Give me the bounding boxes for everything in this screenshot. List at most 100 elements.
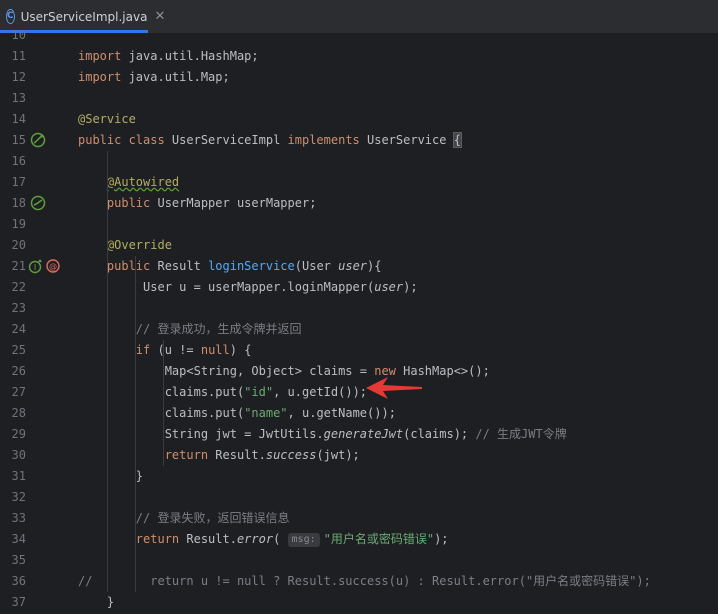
code-text: @Service	[78, 109, 136, 130]
code-token: );	[434, 532, 449, 546]
line-number: 32	[11, 490, 26, 504]
line-number: 21	[11, 259, 26, 273]
code-token: success	[265, 448, 317, 462]
code-text: }	[78, 466, 143, 487]
code-token: UserService	[367, 133, 454, 147]
code-text: claims.put("id", u.getId());	[78, 382, 367, 403]
code-token: ) {	[229, 343, 252, 357]
override-method-icon[interactable]: @	[45, 258, 61, 278]
line-number: 26	[11, 364, 26, 378]
code-token: put(	[215, 406, 245, 420]
code-line-12[interactable]: 12 import java.util.Map;	[0, 67, 718, 88]
code-token: (claims);	[403, 427, 476, 441]
code-token: String jwt = JwtUtils.	[78, 427, 324, 441]
code-token: loginService	[208, 259, 295, 273]
code-text: return Result.success(jwt);	[78, 445, 360, 466]
code-token: Map<String, Object> claims =	[78, 364, 375, 378]
code-text: // 登录失败，返回错误信息	[78, 508, 290, 529]
line-number: 11	[11, 49, 26, 63]
code-token: @Autowired	[106, 175, 180, 189]
line-number: 15	[11, 133, 26, 147]
code-text: import java.util.HashMap;	[78, 46, 259, 67]
line-number: 19	[11, 217, 26, 231]
line-number: 29	[11, 427, 26, 441]
line-number: 17	[11, 175, 26, 189]
code-text: Map<String, Object> claims = new HashMap…	[78, 361, 490, 382]
code-text: // return u != null ? Result.success(u) …	[78, 571, 651, 592]
code-text: return Result.error( msg: "用户名或密码错误");	[78, 529, 449, 550]
indent-guide	[163, 340, 164, 466]
code-token: @Service	[78, 112, 136, 126]
indent-guide	[135, 256, 136, 592]
code-line-37[interactable]: 37 }	[0, 592, 718, 613]
autowired-bean-icon[interactable]	[30, 195, 46, 215]
code-token: "id"	[244, 385, 274, 399]
line-number: 24	[11, 322, 26, 336]
code-token: (	[273, 532, 288, 546]
code-token: getName());	[316, 406, 396, 420]
code-token: // 登录失败，返回错误信息	[135, 511, 290, 525]
code-token: user	[374, 280, 404, 294]
code-token: }	[78, 595, 115, 609]
code-token: import	[78, 70, 129, 84]
line-number: 35	[11, 553, 26, 567]
code-token: @Override	[106, 238, 172, 252]
code-token: put(	[215, 385, 245, 399]
line-number: 10	[11, 28, 26, 42]
line-number: 25	[11, 343, 26, 357]
line-number: 12	[11, 70, 26, 84]
line-number: 30	[11, 448, 26, 462]
code-line-11[interactable]: 11 import java.util.HashMap;	[0, 46, 718, 67]
code-token: getId());	[302, 385, 368, 399]
line-number: 37	[11, 595, 26, 609]
red-arrow-annotation	[366, 377, 422, 399]
code-text: // 登录成功，生成令牌并返回	[78, 319, 302, 340]
line-number: 31	[11, 469, 26, 483]
code-token: claims.	[78, 406, 216, 420]
code-token: public	[106, 259, 158, 273]
code-text: public class UserServiceImpl implements …	[78, 130, 462, 151]
code-token: , u.	[287, 406, 317, 420]
code-editor[interactable]: 10 11 import java.util.HashMap; 12 import ja…	[0, 28, 718, 614]
line-number: 23	[11, 301, 26, 315]
implementation-bean-icon[interactable]	[30, 132, 46, 152]
code-text: @Override	[78, 235, 172, 256]
line-number: 16	[11, 154, 26, 168]
line-number: 14	[11, 112, 26, 126]
code-token: "name"	[244, 406, 288, 420]
code-token: // 登录成功，生成令牌并返回	[135, 322, 302, 336]
code-token: loginMapper(	[287, 280, 375, 294]
code-token: msg:	[287, 533, 320, 547]
line-number: 13	[11, 91, 26, 105]
code-text: if (u != null) {	[78, 340, 252, 361]
line-number: 34	[11, 532, 26, 546]
code-line-13[interactable]: 13	[0, 88, 718, 109]
code-token: user	[338, 259, 368, 273]
code-line-15[interactable]: 15 public class UserServiceImpl implement…	[0, 130, 718, 151]
code-token: Result.	[186, 532, 237, 546]
code-line-14[interactable]: 14 @Service	[0, 109, 718, 130]
code-token: {	[374, 259, 382, 273]
line-number: 22	[11, 280, 26, 294]
code-text: @Autowired	[78, 172, 179, 193]
code-token: {	[452, 132, 462, 148]
code-token: UserMapper userMapper;	[157, 196, 317, 210]
code-text: import java.util.Map;	[78, 67, 230, 88]
svg-text:@: @	[49, 262, 57, 271]
code-text: public Result loginService(User user){	[78, 256, 382, 277]
code-token: UserServiceImpl	[171, 133, 288, 147]
code-token: , u.	[273, 385, 302, 399]
code-text: claims.put("name", u.getName());	[78, 403, 396, 424]
code-text: public UserMapper userMapper;	[78, 193, 317, 214]
line-number: 33	[11, 511, 26, 525]
close-icon[interactable]: ✕	[154, 9, 165, 24]
svg-text:I: I	[34, 263, 36, 272]
code-text: }	[78, 592, 114, 613]
code-line-10[interactable]: 10	[0, 25, 718, 46]
implements-method-icon[interactable]: I	[28, 258, 44, 278]
code-token: (User	[294, 259, 339, 273]
code-token: generateJwt	[323, 427, 404, 441]
